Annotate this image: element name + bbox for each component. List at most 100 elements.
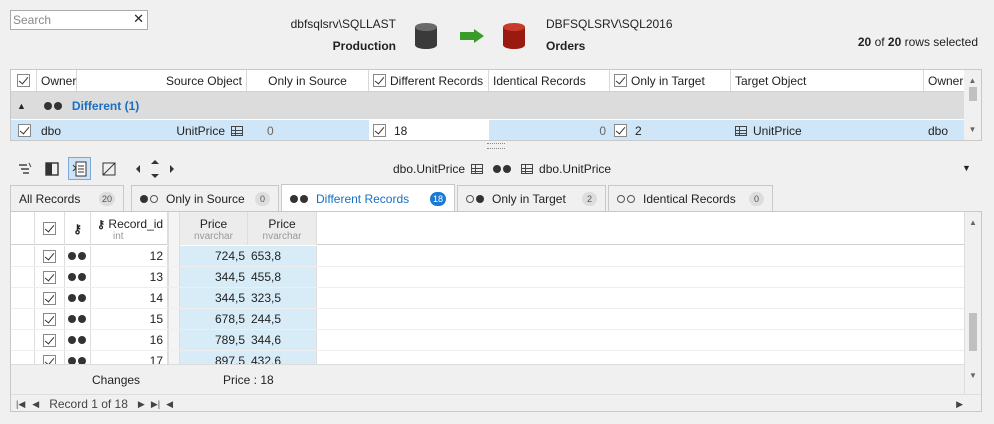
object-row[interactable]: dbo UnitPrice 0 18 0 2 UnitPrice dbo [11, 120, 966, 140]
only-in-source-icon [140, 192, 160, 206]
record-row[interactable]: 14 344,5 323,5 [11, 288, 966, 309]
tab-count-badge: 0 [255, 191, 270, 206]
price-target-cell: 653,8 [248, 246, 317, 266]
source-database-icon [415, 23, 437, 49]
different-status-icon [65, 330, 91, 350]
price-source-cell: 344,5 [180, 288, 248, 308]
col-source-object[interactable]: Source Object [77, 70, 247, 91]
row-different-checkbox[interactable] [373, 124, 386, 137]
col-price-source[interactable]: Price nvarchar [180, 212, 248, 245]
col-only-in-source[interactable]: Only in Source [247, 70, 369, 91]
records-grid: ⚷ ⚷ Record_id int Price nvarchar Price nva… [10, 211, 982, 412]
row-checkbox[interactable] [17, 124, 31, 137]
col-only-in-target[interactable]: Only in Target [610, 70, 731, 91]
tab-all-records[interactable]: All Records 20 [10, 185, 124, 211]
price-target-cell: 455,8 [248, 267, 317, 287]
col-target-object[interactable]: Target Object [731, 70, 924, 91]
record-id-cell: 15 [91, 309, 168, 329]
record-navigator: |◀ ◀ Record 1 of 18 ▶ ▶| ◀ ▶ [11, 394, 981, 411]
compare-object-bar: dbo.UnitPrice dbo.UnitPrice [393, 162, 611, 176]
target-database: Orders [546, 39, 586, 53]
different-status-icon [65, 309, 91, 329]
records-grid-header: ⚷ ⚷ Record_id int Price nvarchar Price nva… [11, 212, 966, 245]
col-price-target[interactable]: Price nvarchar [248, 212, 317, 245]
tab-identical-records[interactable]: Identical Records 0 [608, 185, 773, 211]
search-input[interactable] [11, 11, 129, 29]
col-owner-target[interactable]: Owner [924, 70, 966, 91]
col-record-id[interactable]: ⚷ Record_id int [91, 212, 168, 245]
col-different-records[interactable]: Different Records [369, 70, 489, 91]
row-source-object: UnitPrice [77, 120, 247, 140]
compare-right-object: dbo.UnitPrice [539, 162, 612, 176]
record-row[interactable]: 17 897,5 432,6 [11, 351, 966, 364]
selection-summary: 20 of 20 rows selected [857, 35, 978, 49]
row-different: 18 [369, 120, 489, 140]
splitter-grip[interactable] [487, 143, 505, 149]
price-summary: Price : 18 [223, 373, 274, 387]
record-id-cell: 12 [91, 246, 168, 266]
selected-count: 20 [857, 35, 872, 49]
record-checkbox[interactable] [43, 249, 56, 263]
hide-identical-icon[interactable] [101, 161, 117, 177]
record-checkbox[interactable] [43, 291, 56, 305]
only-in-target-checkbox[interactable] [614, 74, 627, 87]
dropdown-chevron-icon[interactable]: ▼ [962, 163, 971, 173]
record-row[interactable]: 16 789,5 344,6 [11, 330, 966, 351]
record-checkbox[interactable] [43, 333, 56, 347]
record-id-cell: 16 [91, 330, 168, 350]
source-database: Production [332, 39, 396, 53]
target-database-icon [503, 23, 525, 49]
record-checkbox[interactable] [43, 312, 56, 326]
select-all-records-checkbox[interactable] [43, 222, 56, 235]
tab-different-records[interactable]: Different Records 18 [281, 184, 455, 212]
first-record-icon[interactable]: |◀ [16, 399, 25, 410]
group-label: Different (1) [71, 98, 140, 113]
row-owner-target: dbo [924, 120, 966, 140]
row-only-in-target-checkbox[interactable] [614, 124, 627, 137]
tab-count-badge: 2 [582, 191, 597, 206]
target-server: DBFSQLSRV\SQL2016 [546, 17, 673, 31]
identical-icon [617, 192, 637, 206]
different-records-checkbox[interactable] [373, 74, 386, 87]
group-row-different[interactable]: ▲ Different (1) [11, 92, 966, 119]
price-source-cell: 678,5 [180, 309, 248, 329]
next-record-icon[interactable]: ▶ [138, 399, 145, 410]
record-row[interactable]: 12 724,5 653,8 [11, 246, 966, 267]
table-icon [231, 125, 243, 136]
records-footer: Changes Price : 18 [11, 364, 966, 394]
split-view-icon[interactable] [44, 161, 60, 177]
show-changes-button[interactable] [68, 157, 91, 180]
price-target-cell: 323,5 [248, 288, 317, 308]
record-checkbox[interactable] [43, 354, 56, 364]
col-owner[interactable]: Owner [37, 70, 77, 91]
changes-icon [72, 161, 87, 177]
scroll-left-icon[interactable]: ◀ [166, 399, 173, 410]
record-checkbox[interactable] [43, 270, 56, 284]
row-identical: 0 [489, 120, 610, 140]
tab-only-in-source[interactable]: Only in Source 0 [131, 185, 279, 211]
records-grid-scrollbar[interactable]: ▲ ▼ [964, 212, 981, 394]
scroll-right-icon[interactable]: ▶ [956, 399, 963, 410]
record-row[interactable]: 13 344,5 455,8 [11, 267, 966, 288]
last-record-icon[interactable]: ▶| [151, 399, 160, 410]
objects-grid-scrollbar[interactable]: ▲ ▼ [964, 70, 981, 140]
table-icon [471, 164, 484, 174]
price-source-cell: 344,5 [180, 267, 248, 287]
different-icon [290, 192, 310, 206]
filter-icon[interactable] [17, 161, 33, 177]
navigate-arrows-icon[interactable] [133, 157, 177, 181]
key-icon: ⚷ [97, 219, 106, 231]
prev-record-icon[interactable]: ◀ [32, 399, 39, 410]
source-server: dbfsqlsrv\SQLLAST [290, 17, 396, 31]
objects-grid: Owner Source Object Only in Source Diffe… [10, 69, 982, 141]
table-icon [521, 164, 534, 174]
clear-search-icon[interactable]: ✕ [133, 11, 144, 27]
record-row[interactable]: 15 678,5 244,5 [11, 309, 966, 330]
select-all-checkbox[interactable] [17, 74, 30, 87]
tab-count-badge: 18 [429, 191, 446, 206]
collapse-icon[interactable]: ▲ [17, 101, 26, 111]
search-box[interactable]: ✕ [10, 10, 148, 30]
col-identical-records[interactable]: Identical Records [489, 70, 610, 91]
row-owner: dbo [37, 120, 77, 140]
tab-only-in-target[interactable]: Only in Target 2 [457, 185, 606, 211]
